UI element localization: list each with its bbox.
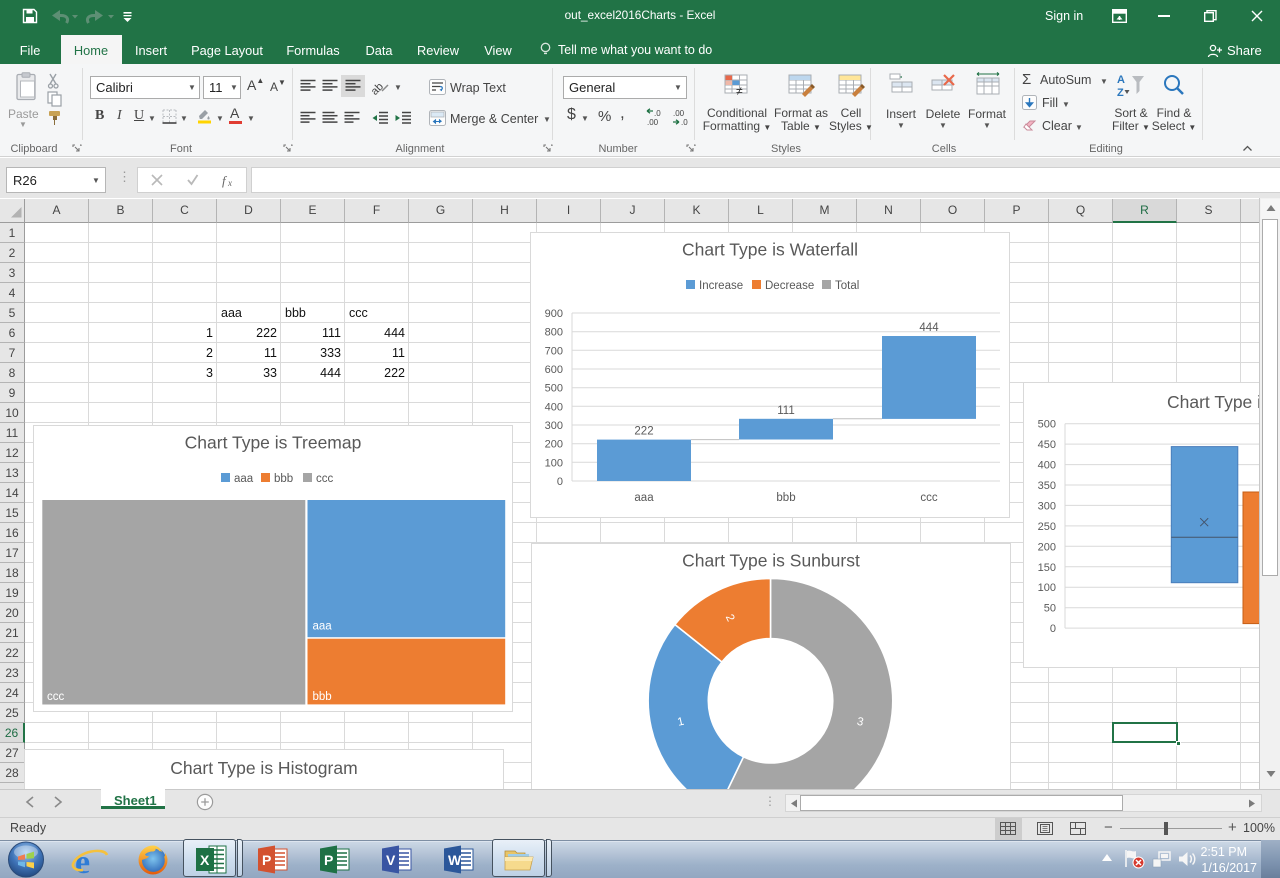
svg-text:X: X <box>200 852 210 868</box>
svg-text:P: P <box>262 852 271 868</box>
svg-text:400: 400 <box>1038 460 1056 472</box>
svg-text:200: 200 <box>1038 541 1056 553</box>
svg-text:350: 350 <box>1038 480 1056 492</box>
svg-text:200: 200 <box>545 439 563 451</box>
svg-text:≠: ≠ <box>736 84 743 98</box>
svg-text:Chart Type is Treemap: Chart Type is Treemap <box>185 433 362 453</box>
svg-text:.0: .0 <box>654 109 661 118</box>
svg-text:900: 900 <box>545 308 563 320</box>
svg-text:.00: .00 <box>647 118 659 127</box>
svg-text:bbb: bbb <box>313 691 332 703</box>
svg-text:222: 222 <box>634 426 653 438</box>
svg-text:500: 500 <box>1038 419 1056 431</box>
svg-text:Chart Type is Waterfall: Chart Type is Waterfall <box>682 240 858 260</box>
svg-text:Chart Type is Box & Whisker: Chart Type is Box & Whisker <box>1167 392 1259 412</box>
svg-text:e: e <box>75 844 90 878</box>
svg-text:0: 0 <box>557 476 563 488</box>
svg-text:W: W <box>448 852 462 868</box>
svg-text:ccc: ccc <box>920 492 938 504</box>
svg-text:700: 700 <box>545 345 563 357</box>
svg-text:100: 100 <box>545 457 563 469</box>
svg-text:bbb: bbb <box>776 492 795 504</box>
svg-text:Decrease: Decrease <box>765 280 814 292</box>
svg-text:444: 444 <box>919 322 939 334</box>
svg-text:P: P <box>324 852 333 868</box>
svg-text:ccc: ccc <box>47 691 65 703</box>
svg-text:250: 250 <box>1038 521 1056 533</box>
svg-text:Total: Total <box>835 280 859 292</box>
svg-text:A: A <box>1117 74 1125 86</box>
svg-text:150: 150 <box>1038 562 1056 574</box>
svg-text:ccc: ccc <box>316 473 334 485</box>
svg-text:600: 600 <box>545 364 563 376</box>
svg-text:aaa: aaa <box>234 473 254 485</box>
svg-text:aaa: aaa <box>634 492 654 504</box>
svg-text:bbb: bbb <box>274 473 293 485</box>
svg-text:.0: .0 <box>681 118 688 127</box>
svg-text:400: 400 <box>545 401 563 413</box>
svg-text:x: x <box>227 178 232 188</box>
svg-text:800: 800 <box>545 327 563 339</box>
svg-text:aaa: aaa <box>313 621 333 633</box>
svg-text:300: 300 <box>1038 500 1056 512</box>
svg-text:100: 100 <box>1038 582 1056 594</box>
svg-text:300: 300 <box>545 420 563 432</box>
svg-text:111: 111 <box>777 405 794 417</box>
svg-text:Increase: Increase <box>699 280 743 292</box>
svg-text:V: V <box>386 852 396 868</box>
svg-text:Chart Type is Sunburst: Chart Type is Sunburst <box>682 551 860 571</box>
svg-text:450: 450 <box>1038 439 1056 451</box>
svg-text:0: 0 <box>1050 623 1056 635</box>
svg-text:Z: Z <box>1117 87 1124 99</box>
svg-text:50: 50 <box>1044 603 1056 615</box>
svg-text:.00: .00 <box>673 109 685 118</box>
svg-text:500: 500 <box>545 383 563 395</box>
